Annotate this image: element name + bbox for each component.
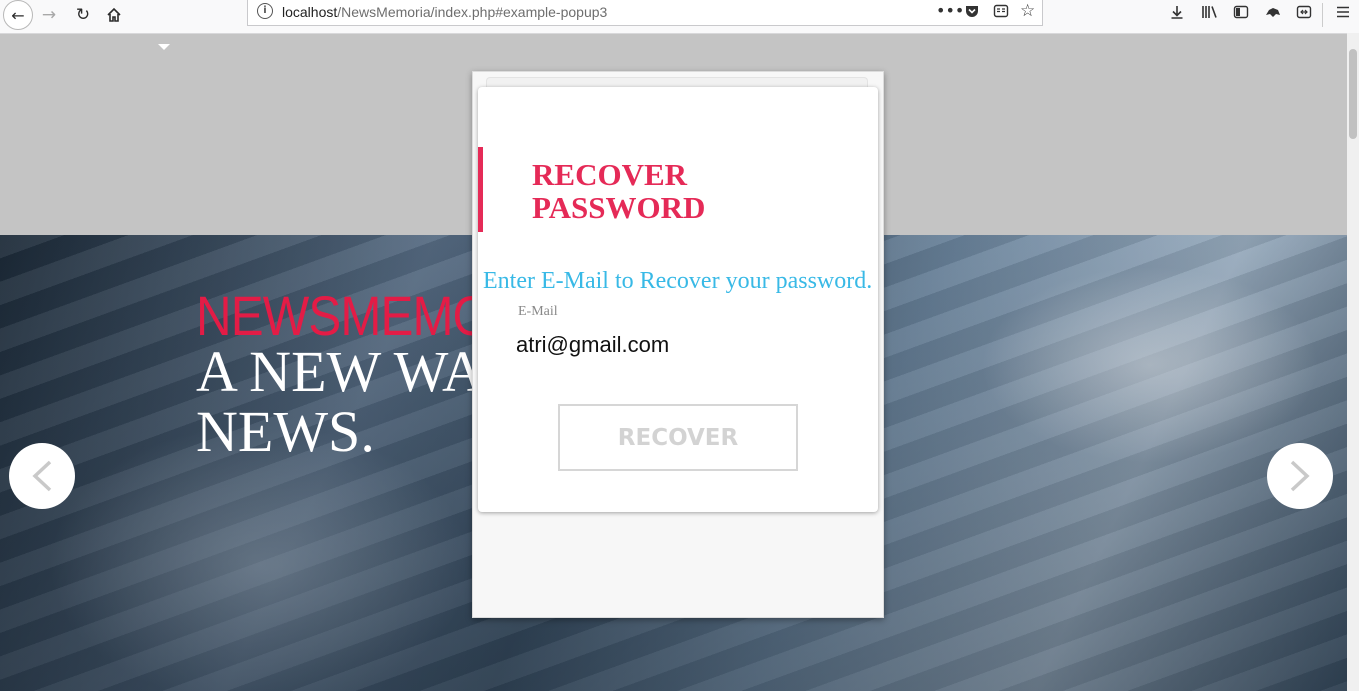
popup-title: RECOVER PASSWORD xyxy=(532,157,706,225)
library-icon[interactable] xyxy=(1201,4,1219,24)
url-path: /NewsMemoria/index.php#example-popup3 xyxy=(337,4,608,20)
reader-view-icon[interactable] xyxy=(993,3,1009,23)
url-text[interactable]: localhost/NewsMemoria/index.php#example-… xyxy=(282,4,607,20)
arrow-left-icon: ← xyxy=(11,5,25,25)
carousel-prev-button[interactable] xyxy=(9,443,75,509)
chevron-left-icon xyxy=(32,460,52,492)
download-icon[interactable] xyxy=(1169,4,1185,24)
url-bar[interactable]: i localhost/NewsMemoria/index.php#exampl… xyxy=(247,0,1043,26)
screenshot-icon[interactable] xyxy=(1296,4,1312,24)
menu-icon[interactable] xyxy=(1336,5,1350,23)
back-button[interactable]: ← xyxy=(3,0,33,30)
nav-dropdown-caret[interactable] xyxy=(158,44,170,50)
title-accent-bar xyxy=(478,147,483,232)
home-icon xyxy=(107,7,121,22)
info-icon[interactable]: i xyxy=(257,3,273,19)
more-actions-icon[interactable]: ••• xyxy=(936,1,964,20)
home-button[interactable] xyxy=(99,2,129,28)
chevron-right-icon xyxy=(1290,460,1310,492)
extension-icon[interactable] xyxy=(1264,4,1282,24)
recover-button[interactable]: RECOVER xyxy=(558,404,798,471)
reload-button[interactable]: ↻ xyxy=(68,2,98,28)
sidebar-icon[interactable] xyxy=(1233,4,1249,24)
scrollbar-thumb[interactable] xyxy=(1349,49,1357,139)
email-input[interactable] xyxy=(516,330,846,360)
forward-button[interactable]: → xyxy=(34,2,64,28)
toolbar-separator xyxy=(1322,3,1323,27)
bookmark-star-icon[interactable]: ☆ xyxy=(1020,1,1035,21)
email-label: E-Mail xyxy=(518,304,558,319)
hero-subtitle-line2: NEWS. xyxy=(196,399,375,464)
popup-subtitle: Enter E-Mail to Recover your password. xyxy=(483,268,873,294)
arrow-right-icon: → xyxy=(41,5,57,25)
pocket-icon[interactable] xyxy=(964,3,980,23)
reload-icon: ↻ xyxy=(75,5,91,25)
page-scrollbar[interactable] xyxy=(1347,33,1359,691)
browser-toolbar: ← → ↻ i localhost/NewsMemoria/index.php#… xyxy=(0,0,1359,34)
url-host: localhost xyxy=(282,4,338,20)
carousel-next-button[interactable] xyxy=(1267,443,1333,509)
